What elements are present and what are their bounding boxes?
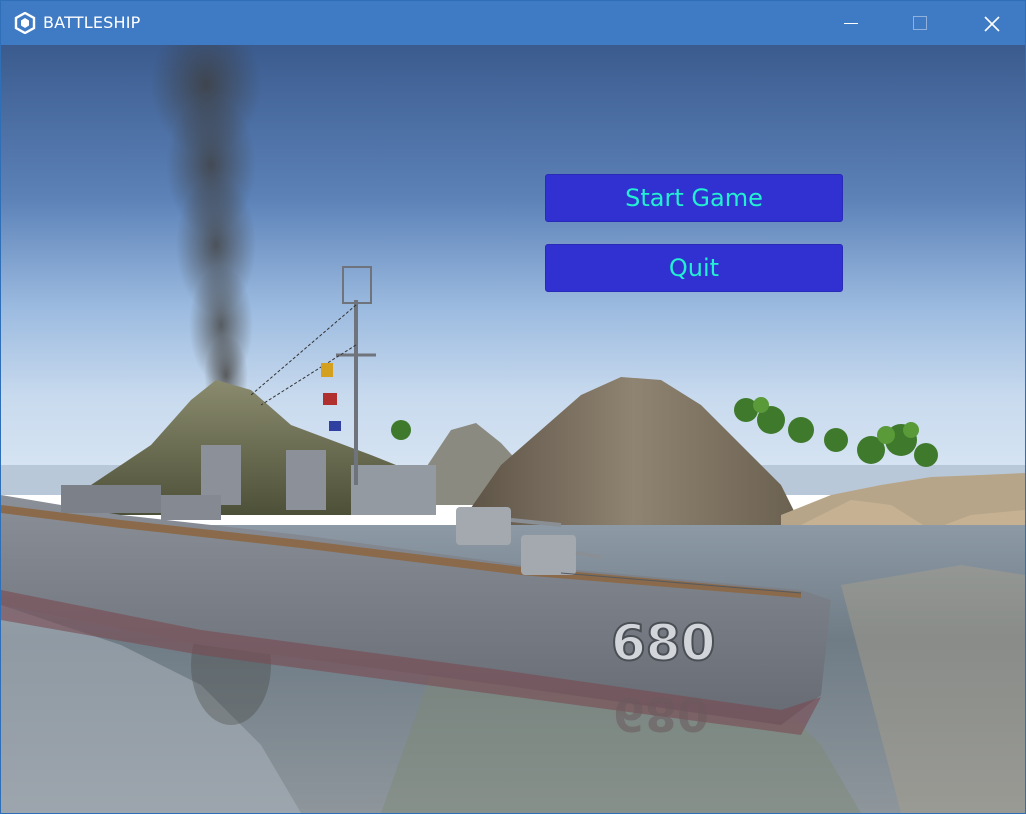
maximize-button[interactable] (897, 1, 943, 45)
window-title: BATTLESHIP (43, 13, 141, 32)
battleship-scene: 680 680 (1, 45, 1025, 813)
hull-number-reflection: 680 (613, 687, 709, 741)
quit-button[interactable]: Quit (545, 244, 843, 292)
start-game-button[interactable]: Start Game (545, 174, 843, 222)
game-viewport: 680 680 Start Game Quit (1, 45, 1025, 813)
unity-logo-icon (14, 11, 36, 35)
minimize-button[interactable] (828, 1, 874, 45)
game-window: BATTLESHIP 680 680 Start Game Quit (0, 0, 1026, 814)
title-bar[interactable]: BATTLESHIP (1, 1, 1025, 45)
hull-number: 680 (611, 614, 715, 672)
close-icon (984, 16, 1000, 32)
minimize-icon (844, 23, 858, 24)
maximize-icon (913, 16, 927, 30)
close-button[interactable] (968, 1, 1014, 45)
